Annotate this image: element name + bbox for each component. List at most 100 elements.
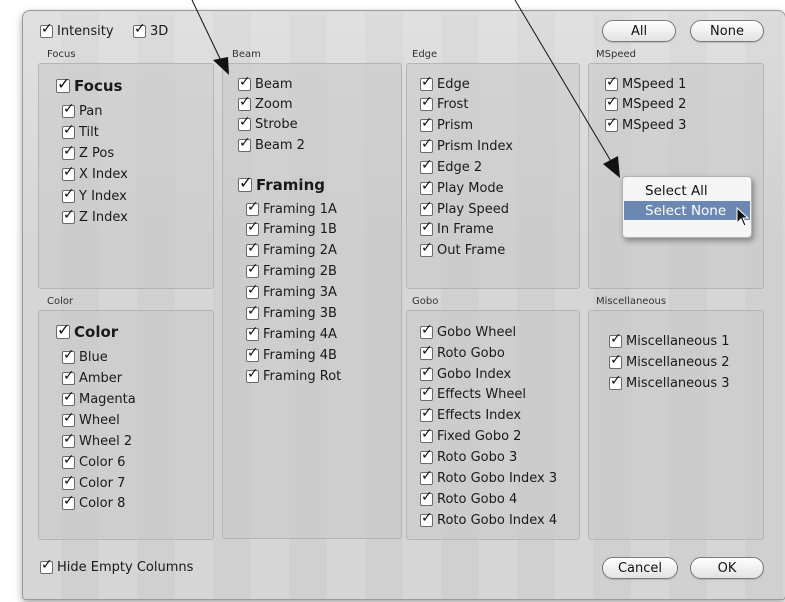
misc-item-checkbox[interactable]: Miscellaneous 3 [609,373,730,391]
framing-item-checkbox[interactable]: Framing Rot [246,366,341,384]
checkbox-box[interactable] [420,426,433,443]
checkbox-box[interactable] [420,136,433,153]
gobo-item-checkbox[interactable]: Effects Index [420,405,521,423]
ok-button[interactable]: OK [690,557,764,579]
color-item-checkbox[interactable]: Color 7 [62,473,125,491]
beam-item-checkbox[interactable]: Zoom [238,94,292,112]
checkbox-box[interactable] [420,157,433,174]
checkbox-box[interactable] [62,493,75,510]
checkbox-box[interactable] [420,115,433,132]
checkbox-box[interactable] [420,74,433,91]
checkbox-box[interactable] [605,94,618,111]
gobo-item-checkbox[interactable]: Gobo Wheel [420,322,516,340]
checkbox-box[interactable] [420,219,433,236]
mspeed-item-checkbox[interactable]: MSpeed 2 [605,94,686,112]
edge-item-checkbox[interactable]: Prism [420,115,473,133]
checkbox-box[interactable] [133,21,146,38]
checkbox-box[interactable] [420,489,433,506]
framing-item-checkbox[interactable]: Framing 4A [246,324,337,342]
checkbox-box[interactable] [246,240,259,257]
checkbox-box[interactable] [62,143,75,160]
color-item-checkbox[interactable]: Color 6 [62,452,125,470]
checkbox-box[interactable] [238,94,251,111]
checkbox-box[interactable] [420,199,433,216]
checkbox-box[interactable] [246,219,259,236]
checkbox-box[interactable] [56,74,70,93]
gobo-item-checkbox[interactable]: Roto Gobo Index 3 [420,468,557,486]
focus-group-checkbox[interactable]: Focus [56,74,122,95]
checkbox-box[interactable] [420,468,433,485]
color-item-checkbox[interactable]: Amber [62,368,122,386]
edge-item-checkbox[interactable]: In Frame [420,219,494,237]
focus-item-checkbox[interactable]: Tilt [62,122,99,140]
framing-item-checkbox[interactable]: Framing 3B [246,303,337,321]
checkbox-box[interactable] [609,352,622,369]
mspeed-item-checkbox[interactable]: MSpeed 3 [605,115,686,133]
all-button[interactable]: All [602,20,676,42]
checkbox-box[interactable] [238,135,251,152]
checkbox-box[interactable] [238,114,251,131]
edge-item-checkbox[interactable]: Play Speed [420,199,509,217]
color-item-checkbox[interactable]: Wheel 2 [62,431,132,449]
checkbox-box[interactable] [246,282,259,299]
gobo-item-checkbox[interactable]: Roto Gobo [420,343,505,361]
gobo-item-checkbox[interactable]: Roto Gobo 3 [420,447,517,465]
checkbox-box[interactable] [62,101,75,118]
checkbox-box[interactable] [246,345,259,362]
checkbox-box[interactable] [420,94,433,111]
checkbox-box[interactable] [420,343,433,360]
beam-item-checkbox[interactable]: Beam 2 [238,135,305,153]
framing-item-checkbox[interactable]: Framing 1A [246,199,337,217]
focus-item-checkbox[interactable]: Z Pos [62,143,114,161]
checkbox-box[interactable] [246,303,259,320]
checkbox-box[interactable] [420,405,433,422]
checkbox-box[interactable] [609,331,622,348]
framing-item-checkbox[interactable]: Framing 1B [246,219,337,237]
focus-item-checkbox[interactable]: X Index [62,164,128,182]
3d-checkbox[interactable]: 3D [133,21,168,39]
checkbox-box[interactable] [605,74,618,91]
checkbox-box[interactable] [62,431,75,448]
edge-item-checkbox[interactable]: Edge 2 [420,157,482,175]
color-item-checkbox[interactable]: Blue [62,347,108,365]
select-none-menu-item[interactable]: Select None [624,201,750,220]
framing-item-checkbox[interactable]: Framing 4B [246,345,337,363]
beam-item-checkbox[interactable]: Strobe [238,114,298,132]
checkbox-box[interactable] [62,410,75,427]
checkbox-box[interactable] [62,122,75,139]
framing-item-checkbox[interactable]: Framing 2A [246,240,337,258]
checkbox-box[interactable] [62,347,75,364]
color-item-checkbox[interactable]: Magenta [62,389,136,407]
none-button[interactable]: None [690,20,764,42]
checkbox-box[interactable] [62,389,75,406]
edge-item-checkbox[interactable]: Prism Index [420,136,513,154]
framing-group-checkbox[interactable]: Framing [238,173,325,194]
edge-item-checkbox[interactable]: Frost [420,94,468,112]
checkbox-box[interactable] [420,322,433,339]
checkbox-box[interactable] [62,186,75,203]
misc-item-checkbox[interactable]: Miscellaneous 2 [609,352,730,370]
checkbox-box[interactable] [420,384,433,401]
checkbox-box[interactable] [62,452,75,469]
checkbox-box[interactable] [420,510,433,527]
gobo-item-checkbox[interactable]: Roto Gobo Index 4 [420,510,557,528]
select-all-menu-item[interactable]: Select All [624,181,750,200]
checkbox-box[interactable] [40,21,53,38]
color-group-checkbox[interactable]: Color [56,320,118,341]
edge-item-checkbox[interactable]: Edge [420,74,470,92]
checkbox-box[interactable] [40,557,53,574]
checkbox-box[interactable] [56,320,70,339]
framing-item-checkbox[interactable]: Framing 2B [246,261,337,279]
misc-item-checkbox[interactable]: Miscellaneous 1 [609,331,730,349]
edge-item-checkbox[interactable]: Out Frame [420,240,505,258]
gobo-item-checkbox[interactable]: Roto Gobo 4 [420,489,517,507]
checkbox-box[interactable] [62,207,75,224]
beam-item-checkbox[interactable]: Beam [238,74,293,92]
focus-item-checkbox[interactable]: Z Index [62,207,128,225]
gobo-item-checkbox[interactable]: Fixed Gobo 2 [420,426,521,444]
checkbox-box[interactable] [605,115,618,132]
gobo-item-checkbox[interactable]: Effects Wheel [420,384,526,402]
framing-item-checkbox[interactable]: Framing 3A [246,282,337,300]
checkbox-box[interactable] [420,240,433,257]
checkbox-box[interactable] [238,74,251,91]
